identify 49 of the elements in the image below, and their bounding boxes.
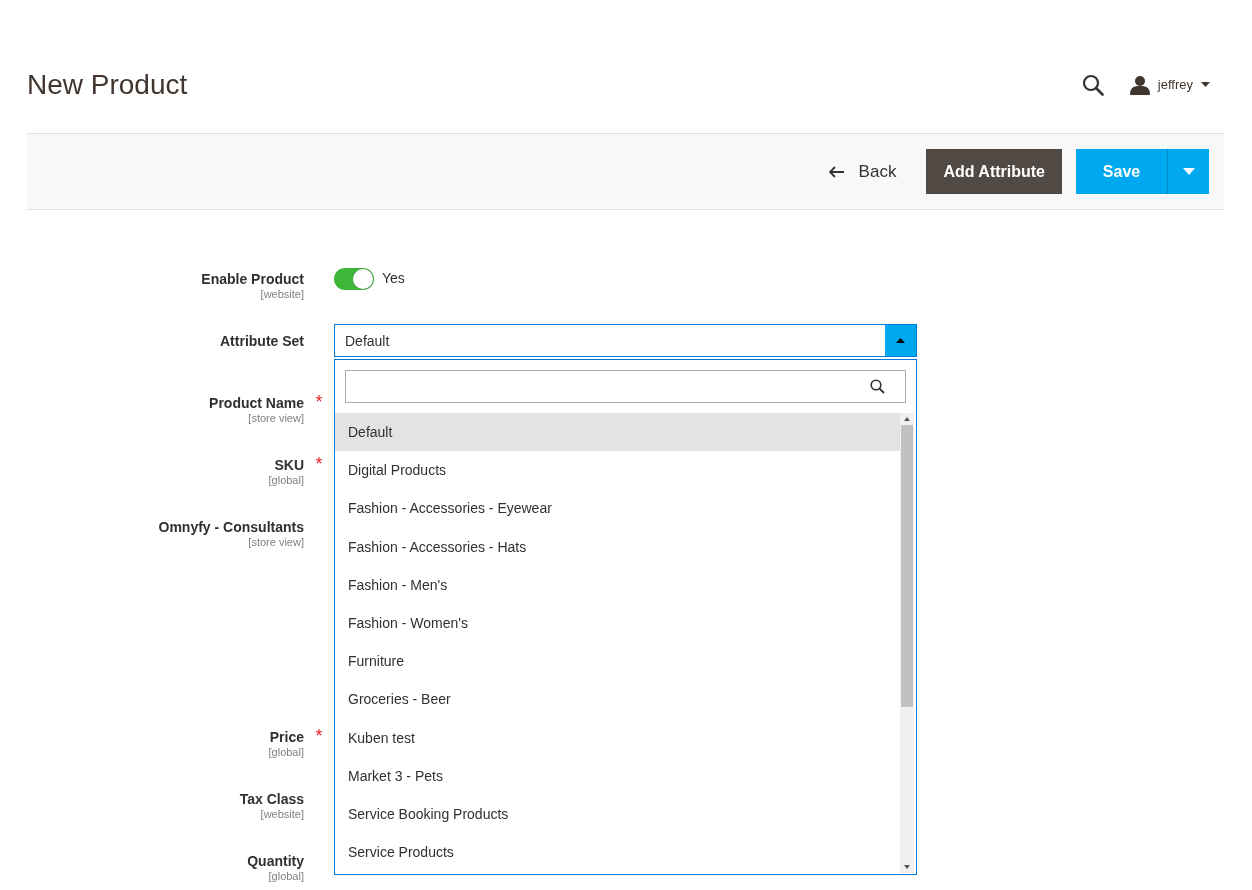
field-label: Tax Class — [238, 791, 304, 807]
field-label: Price — [268, 729, 304, 745]
user-menu[interactable]: jeffrey — [1129, 74, 1210, 95]
scope-label: [website] — [259, 808, 304, 820]
back-button[interactable]: Back — [812, 151, 913, 192]
search-icon[interactable] — [1081, 73, 1104, 96]
dropdown-option[interactable]: Digital Products — [335, 451, 900, 490]
required-mark: * — [315, 726, 323, 746]
field-label: Omnyfy - Consultants — [157, 519, 304, 535]
user-icon — [1129, 74, 1150, 95]
caret-icon — [1201, 81, 1210, 88]
search-field[interactable] — [345, 370, 906, 403]
scroll-down-icon[interactable] — [904, 865, 910, 869]
attribute-set-select[interactable]: Default — [334, 324, 917, 357]
required-mark: * — [315, 392, 323, 412]
scroll-up-icon[interactable] — [904, 417, 910, 421]
scope-label: [store view] — [247, 536, 304, 548]
dropdown-option[interactable]: Service Products — [335, 833, 900, 872]
dropdown-option[interactable]: Fashion - Accessories - Eyewear — [335, 489, 900, 528]
scope-label: [store view] — [247, 412, 304, 424]
dropdown-option[interactable]: Groceries - Beer — [335, 680, 900, 719]
field-label: Enable Product — [200, 271, 304, 287]
dropdown-option[interactable]: Market 3 - Pets — [335, 756, 900, 795]
dropdown-option[interactable]: Default — [335, 413, 900, 452]
add-attribute-button[interactable]: Add Attribute — [926, 149, 1062, 194]
scope-label: [website] — [259, 288, 304, 300]
required-mark: * — [315, 454, 323, 474]
scope-label: [global] — [267, 870, 304, 882]
caret-icon — [1182, 167, 1195, 176]
field-label: SKU — [273, 457, 304, 473]
dropdown-option[interactable]: Fashion - Accessories - Hats — [335, 527, 900, 566]
search-icon — [870, 379, 885, 394]
dropdown-option[interactable]: Fashion - Men's — [335, 565, 900, 604]
scrollbar[interactable] — [900, 413, 914, 873]
field-label: Quantity — [246, 853, 304, 869]
dropdown-option[interactable]: Kuben test — [335, 718, 900, 757]
back-arrow-icon — [828, 165, 845, 178]
toggle-value: Yes — [382, 270, 405, 286]
dropdown-option[interactable]: Furniture — [335, 642, 900, 681]
dropdown-option[interactable]: Fashion - Women's — [335, 603, 900, 643]
scope-label: [global] — [267, 474, 304, 486]
scope-label: [global] — [267, 746, 304, 758]
save-options-button[interactable] — [1167, 149, 1209, 194]
toggle-switch[interactable] — [334, 268, 374, 290]
page-title: New Product — [27, 68, 188, 101]
field-label: Product Name — [208, 395, 304, 411]
caret-icon — [896, 338, 905, 343]
field-label: Attribute Set — [219, 333, 304, 349]
dropdown-option[interactable]: Service Booking Products — [335, 794, 900, 834]
